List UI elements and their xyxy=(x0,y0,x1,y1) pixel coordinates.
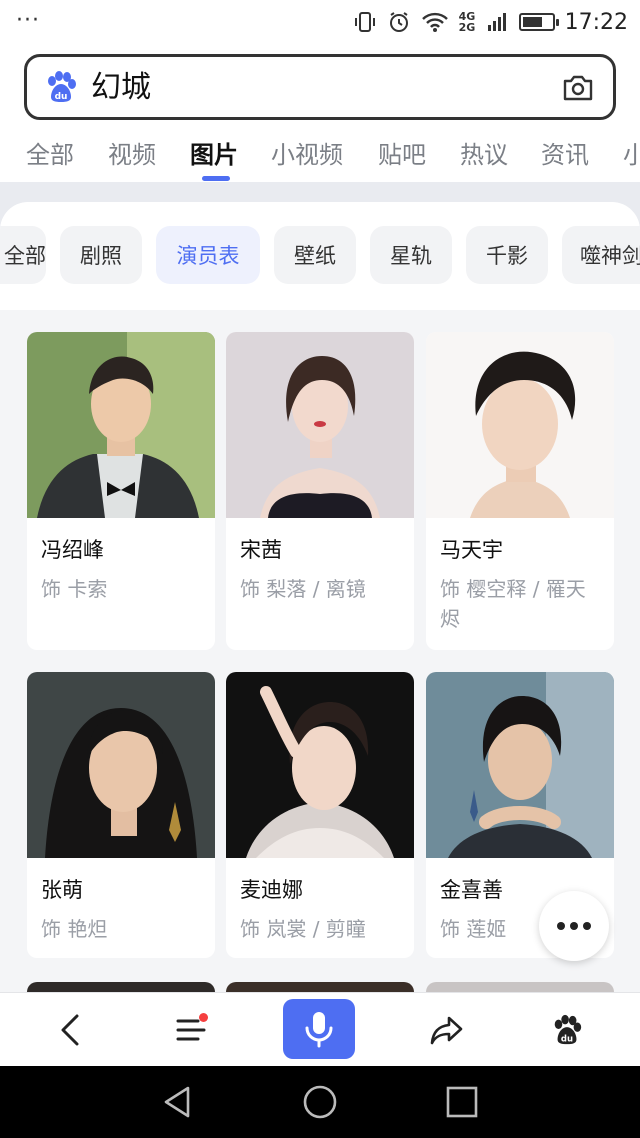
cast-card[interactable] xyxy=(426,982,614,992)
actor-photo xyxy=(27,982,215,992)
alarm-icon xyxy=(389,12,408,32)
search-box[interactable]: du 幻城 xyxy=(24,54,616,120)
baidu-home-button[interactable]: du xyxy=(540,1003,594,1057)
results-sheet: 全部 剧照 演员表 壁纸 星轨 千影 噬神剑 冯绍峰 饰 卡索 宋茜 饰 梨落 … xyxy=(0,202,640,992)
chip-shishenjian[interactable]: 噬神剑 xyxy=(562,226,640,284)
cast-card[interactable] xyxy=(27,982,215,992)
actor-photo xyxy=(226,672,414,858)
actor-photo xyxy=(27,332,215,518)
nav-recent-icon[interactable] xyxy=(444,1084,480,1120)
actor-photo xyxy=(426,672,614,858)
cast-card[interactable]: 宋茜 饰 梨落 / 离镜 xyxy=(226,332,414,650)
tab-tieba[interactable]: 贴吧 xyxy=(378,138,426,172)
share-button[interactable] xyxy=(420,1003,474,1057)
bottom-toolbar: du xyxy=(0,992,640,1066)
actor-photo xyxy=(426,982,614,992)
tab-short-video[interactable]: 小视频 xyxy=(271,138,343,172)
cast-card[interactable]: 冯绍峰 饰 卡索 xyxy=(27,332,215,650)
tab-more[interactable]: 小 xyxy=(623,138,640,172)
chip-xinggui[interactable]: 星轨 xyxy=(370,226,452,284)
tab-video[interactable]: 视频 xyxy=(108,138,156,172)
voice-icon xyxy=(305,1012,333,1048)
chip-label: 演员表 xyxy=(176,244,240,268)
chip-label: 千影 xyxy=(486,244,528,268)
actor-role: 饰 艳炟 xyxy=(41,917,108,941)
signal-icon xyxy=(487,13,506,31)
notification-dot xyxy=(199,1013,208,1022)
svg-text:du: du xyxy=(55,92,68,102)
actor-photo xyxy=(226,982,414,992)
filter-chips: 全部 剧照 演员表 壁纸 星轨 千影 噬神剑 xyxy=(0,202,640,310)
battery-icon xyxy=(518,13,559,31)
svg-text:du: du xyxy=(561,1034,573,1044)
baidu-paw-icon: du xyxy=(554,1014,582,1044)
search-tabs: 全部 视频 图片 小视频 贴吧 热议 资讯 小 xyxy=(0,134,640,182)
chip-label: 剧照 xyxy=(80,244,122,268)
chip-qianying[interactable]: 千影 xyxy=(466,226,548,284)
more-button[interactable] xyxy=(539,891,609,961)
search-query[interactable]: 幻城 xyxy=(91,69,151,107)
actor-name: 金喜善 xyxy=(440,878,503,902)
wifi-icon xyxy=(421,12,448,32)
nav-back-icon[interactable] xyxy=(160,1084,196,1120)
cast-card[interactable]: 张萌 饰 艳炟 xyxy=(27,672,215,958)
chip-label: 星轨 xyxy=(390,244,432,268)
actor-role: 饰 樱空释 / 罹天烬 xyxy=(440,577,586,631)
search-header: du 幻城 全部 视频 图片 小视频 贴吧 热议 资讯 小 xyxy=(0,44,640,182)
actor-role: 饰 梨落 / 离镜 xyxy=(240,577,366,601)
tab-images[interactable]: 图片 xyxy=(190,138,238,172)
nav-home-icon[interactable] xyxy=(302,1084,338,1120)
camera-icon[interactable] xyxy=(561,71,595,105)
actor-role: 饰 岚裳 / 剪瞳 xyxy=(240,917,366,941)
actor-name: 张萌 xyxy=(41,878,83,902)
more-icon xyxy=(557,922,591,930)
menu-button[interactable] xyxy=(164,1003,218,1057)
chip-stills[interactable]: 剧照 xyxy=(60,226,142,284)
voice-search-button[interactable] xyxy=(283,999,355,1059)
cast-card[interactable] xyxy=(226,982,414,992)
back-button[interactable] xyxy=(44,1003,98,1057)
system-nav-bar xyxy=(0,1066,640,1138)
chip-label: 全部 xyxy=(4,244,46,268)
share-icon xyxy=(430,1016,463,1045)
actor-photo xyxy=(226,332,414,518)
status-bar: ··· 4G 2G 17:22 xyxy=(0,0,640,44)
chip-all[interactable]: 全部 xyxy=(0,226,46,284)
cast-card[interactable]: 麦迪娜 饰 岚裳 / 剪瞳 xyxy=(226,672,414,958)
actor-role: 饰 卡索 xyxy=(41,577,108,601)
tab-trending[interactable]: 热议 xyxy=(460,138,508,172)
status-dots: ··· xyxy=(16,8,40,33)
tab-all[interactable]: 全部 xyxy=(26,138,74,172)
chip-cast[interactable]: 演员表 xyxy=(156,226,260,284)
actor-photo xyxy=(27,672,215,858)
chip-label: 噬神剑 xyxy=(580,244,640,268)
baidu-paw-icon: du xyxy=(48,71,76,102)
actor-name: 麦迪娜 xyxy=(240,878,303,902)
actor-name: 宋茜 xyxy=(240,538,282,562)
network-label: 4G 2G xyxy=(458,10,476,34)
actor-name: 冯绍峰 xyxy=(41,538,104,562)
actor-photo xyxy=(426,332,614,518)
back-icon xyxy=(61,1014,79,1046)
active-tab-indicator xyxy=(202,176,230,181)
status-time: 17:22 xyxy=(564,9,628,35)
cast-card[interactable]: 马天宇 饰 樱空释 / 罹天烬 xyxy=(426,332,614,650)
tab-news[interactable]: 资讯 xyxy=(541,138,589,172)
actor-name: 马天宇 xyxy=(440,538,503,562)
status-icons: 4G 2G 17:22 xyxy=(353,6,628,38)
vibrate-icon xyxy=(354,12,375,32)
chip-wallpaper[interactable]: 壁纸 xyxy=(274,226,356,284)
chip-label: 壁纸 xyxy=(294,244,336,268)
